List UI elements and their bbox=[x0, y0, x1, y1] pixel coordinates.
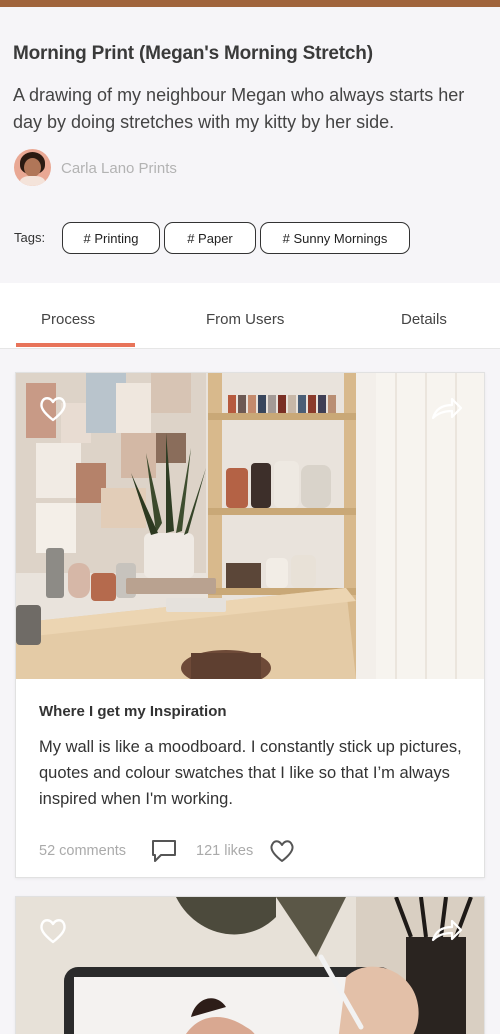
likes-count[interactable]: 121 likes bbox=[196, 843, 253, 859]
active-tab-indicator bbox=[16, 343, 135, 347]
share-arrow-icon[interactable] bbox=[430, 396, 464, 427]
tag-sunny-mornings[interactable]: # Sunny Mornings bbox=[260, 222, 410, 254]
tag-paper[interactable]: # Paper bbox=[164, 222, 256, 254]
card-photo-drawing-tablet bbox=[16, 897, 484, 1034]
card-stats: 52 comments 121 likes bbox=[39, 835, 469, 865]
heart-icon[interactable] bbox=[39, 396, 67, 427]
tags-label: Tags: bbox=[14, 230, 46, 245]
tab-from-users[interactable]: From Users bbox=[206, 311, 284, 328]
comment-icon[interactable] bbox=[151, 839, 177, 868]
tab-process[interactable]: Process bbox=[41, 311, 95, 328]
top-accent-bar bbox=[0, 0, 500, 7]
tag-printing[interactable]: # Printing bbox=[62, 222, 160, 254]
comments-count[interactable]: 52 comments bbox=[39, 843, 126, 859]
post-title: Morning Print (Megan's Morning Stretch) bbox=[13, 43, 373, 64]
share-arrow-icon[interactable] bbox=[430, 918, 464, 949]
like-heart-icon[interactable] bbox=[269, 839, 295, 868]
author-avatar[interactable] bbox=[14, 149, 51, 186]
process-feed[interactable]: Where I get my Inspiration My wall is li… bbox=[0, 349, 500, 1034]
heart-icon[interactable] bbox=[39, 918, 67, 949]
tab-details[interactable]: Details bbox=[401, 311, 447, 328]
process-card bbox=[15, 896, 485, 1034]
card-title: Where I get my Inspiration bbox=[39, 703, 227, 720]
post-description: A drawing of my neighbour Megan who alwa… bbox=[13, 85, 465, 132]
process-card: Where I get my Inspiration My wall is li… bbox=[15, 372, 485, 878]
card-text: My wall is like a moodboard. I constantl… bbox=[39, 738, 462, 808]
author-name[interactable]: Carla Lano Prints bbox=[61, 160, 177, 177]
tab-bar: Process From Users Details bbox=[0, 283, 500, 349]
card-photo-studio bbox=[16, 373, 484, 679]
